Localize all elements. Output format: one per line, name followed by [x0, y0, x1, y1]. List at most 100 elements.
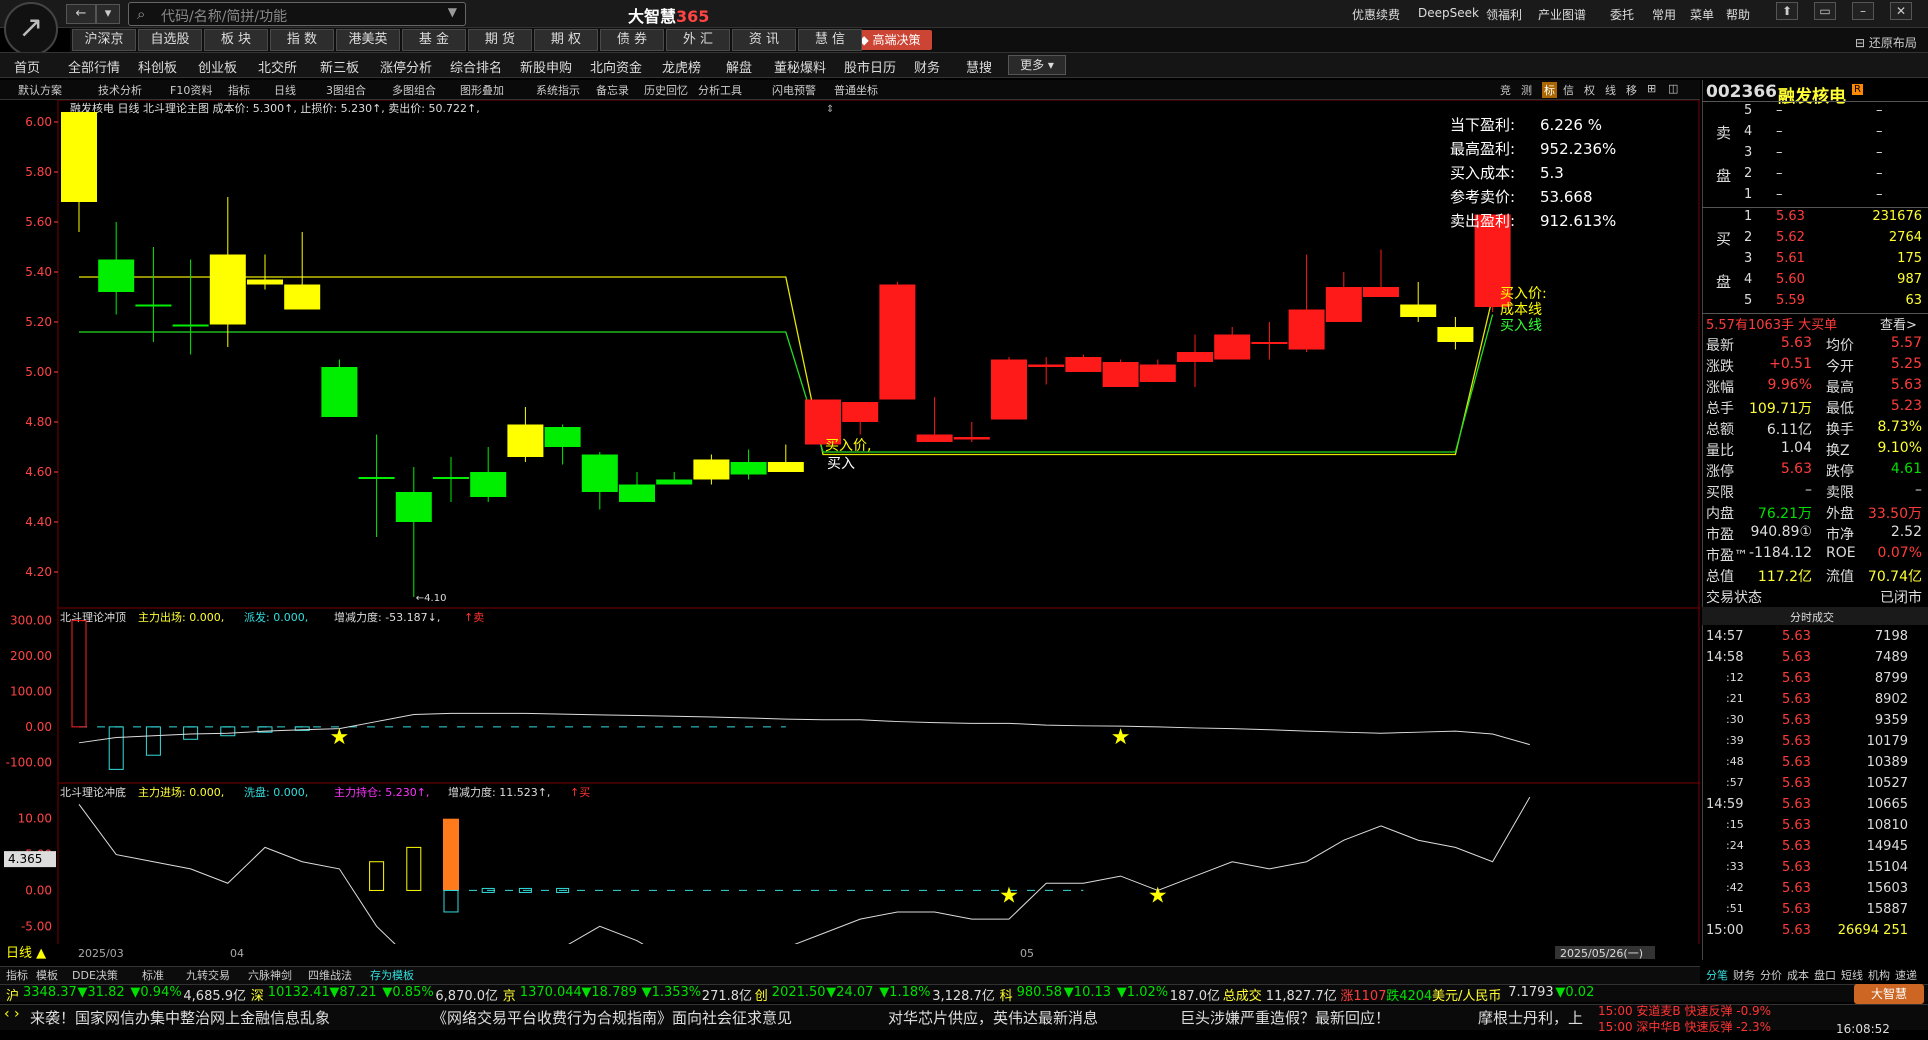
toolbar-item-3[interactable]: 指标 — [228, 82, 250, 98]
nav-item-5[interactable]: 新三板 — [320, 57, 359, 76]
nav-item-6[interactable]: 涨停分析 — [380, 57, 432, 76]
market-tab-0[interactable]: 沪深京 — [72, 29, 136, 51]
nav-item-11[interactable]: 解盘 — [726, 57, 752, 76]
market-tab-4[interactable]: 港美英 — [336, 29, 400, 51]
news-item[interactable]: 来袭！国家网信办集中整治网上金融信息乱象 — [30, 1007, 330, 1028]
title-menu-2[interactable]: 领福利 — [1486, 6, 1522, 23]
title-menu-1[interactable]: DeepSeek — [1418, 6, 1479, 20]
nav-item-4[interactable]: 北交所 — [258, 57, 297, 76]
alert-item[interactable]: 15:00 深中华B 快速反弹 -2.3% — [1598, 1018, 1771, 1035]
window-button-0[interactable]: ⬆ — [1776, 2, 1798, 20]
title-menu-3[interactable]: 产业图谱 — [1538, 6, 1586, 23]
toolbar-item-9[interactable]: 备忘录 — [596, 82, 629, 98]
toolbar-right-1[interactable]: 测 — [1521, 82, 1532, 98]
toolbar-item-10[interactable]: 历史回忆 — [644, 82, 688, 98]
toolbar-item-8[interactable]: 系统指示 — [536, 82, 580, 98]
nav-item-14[interactable]: 财务 — [914, 57, 940, 76]
right-tab-6[interactable]: 机构 — [1868, 967, 1890, 983]
window-button-1[interactable]: ▭ — [1814, 2, 1836, 20]
right-tab-5[interactable]: 短线 — [1841, 967, 1863, 983]
right-tab-2[interactable]: 分价 — [1760, 967, 1782, 983]
nav-item-12[interactable]: 董秘爆料 — [774, 57, 826, 76]
title-menu-4[interactable]: 委托 — [1610, 6, 1634, 23]
search-input[interactable]: 代码/名称/简拼/功能 — [161, 6, 287, 26]
toolbar-item-12[interactable]: 闪电预警 — [772, 82, 816, 98]
market-tab-6[interactable]: 期 货 — [468, 29, 532, 51]
market-tab-8[interactable]: 债 券 — [600, 29, 664, 51]
right-tab-1[interactable]: 财务 — [1733, 967, 1755, 983]
right-tab-3[interactable]: 成本 — [1787, 967, 1809, 983]
toolbar-item-1[interactable]: 技术分析 — [98, 82, 142, 98]
back-button[interactable]: ← — [66, 4, 96, 24]
toolbar-item-5[interactable]: 3图组合 — [326, 82, 366, 98]
toolbar-right-5[interactable]: 线 — [1605, 82, 1616, 98]
title-menu-0[interactable]: 优惠续费 — [1352, 6, 1400, 23]
right-tab-7[interactable]: 速递 — [1895, 967, 1917, 983]
alert-item[interactable]: 15:00 安道麦B 快速反弹 -0.9% — [1598, 1002, 1771, 1019]
toolbar-right-3[interactable]: 信 — [1563, 82, 1574, 98]
nav-item-2[interactable]: 科创板 — [138, 57, 177, 76]
toolbar-right-7[interactable]: ⊞ — [1647, 82, 1656, 95]
bottom-tab-4[interactable]: 九转交易 — [186, 967, 230, 983]
search-box[interactable]: ⌕ 代码/名称/简拼/功能 ▼ — [128, 2, 466, 26]
bottom-tab-1[interactable]: 模板 — [36, 967, 58, 983]
chevron-down-icon[interactable]: ▼ — [448, 5, 457, 19]
toolbar-item-6[interactable]: 多图组合 — [392, 82, 436, 98]
big-order-link[interactable]: 查看> — [1880, 314, 1917, 333]
toolbar-right-4[interactable]: 权 — [1584, 82, 1595, 98]
toolbar-item-11[interactable]: 分析工具 — [698, 82, 742, 98]
news-scroll-arrows-icon[interactable]: ‹ › — [4, 1006, 20, 1022]
nav-item-7[interactable]: 综合排名 — [450, 57, 502, 76]
news-item[interactable]: 巨头涉嫌严重造假？最新回应！ — [1180, 1007, 1390, 1028]
news-item[interactable]: 《网络交易平台收费行为合规指南》面向社会征求意见 — [432, 1007, 792, 1028]
market-tab-3[interactable]: 指 数 — [270, 29, 334, 51]
toolbar-item-2[interactable]: F10资料 — [170, 82, 212, 98]
more-button[interactable]: 更多 ▾ — [1008, 55, 1066, 75]
toolbar-right-0[interactable]: 竞 — [1500, 82, 1511, 98]
title-menu-6[interactable]: 菜单 — [1690, 6, 1714, 23]
bottom-tab-7[interactable]: 存为模板 — [370, 967, 414, 983]
market-tab-7[interactable]: 期 权 — [534, 29, 598, 51]
kline-chart[interactable]: 6.00 5.80 5.60 5.40 5.20 5.00 4.80 4.60 4.40 4.20… — [0, 100, 1700, 960]
market-tab-9[interactable]: 外 汇 — [666, 29, 730, 51]
window-button-3[interactable]: ✕ — [1890, 2, 1912, 20]
back-history-dropdown[interactable]: ▾ — [96, 4, 120, 24]
quote-value: 109.71万 — [1749, 401, 1812, 417]
candle-body — [1400, 304, 1437, 317]
toolbar-item-7[interactable]: 图形叠加 — [460, 82, 504, 98]
brand-badge[interactable]: 大智慧 — [1854, 984, 1924, 1004]
market-tab-5[interactable]: 基 金 — [402, 29, 466, 51]
right-tab-4[interactable]: 盘口 — [1814, 967, 1836, 983]
title-menu-7[interactable]: 帮助 — [1726, 6, 1750, 23]
app-logo-icon[interactable]: ↗ — [4, 2, 58, 56]
bottom-tab-3[interactable]: 标准 — [142, 967, 164, 983]
toolbar-right-8[interactable]: ◫ — [1668, 82, 1678, 95]
news-item[interactable]: 对华芯片供应，英伟达最新消息 — [888, 1007, 1098, 1028]
nav-item-15[interactable]: 慧搜 — [966, 57, 992, 76]
restore-layout-button[interactable]: ⊟ 还原布局 — [1855, 34, 1917, 51]
nav-item-13[interactable]: 股市日历 — [844, 57, 896, 76]
nav-item-9[interactable]: 北向资金 — [590, 57, 642, 76]
bottom-tab-5[interactable]: 六脉神剑 — [248, 967, 292, 983]
nav-item-10[interactable]: 龙虎榜 — [662, 57, 701, 76]
market-tab-10[interactable]: 资 讯 — [732, 29, 796, 51]
bottom-tab-6[interactable]: 四维战法 — [308, 967, 352, 983]
nav-item-8[interactable]: 新股申购 — [520, 57, 572, 76]
toolbar-item-4[interactable]: 日线 — [274, 82, 296, 98]
market-tab-11[interactable]: 慧 信 — [798, 29, 862, 51]
market-tab-2[interactable]: 板 块 — [204, 29, 268, 51]
window-button-2[interactable]: – — [1852, 2, 1874, 20]
market-tab-1[interactable]: 自选股 — [138, 29, 202, 51]
nav-item-3[interactable]: 创业板 — [198, 57, 237, 76]
toolbar-item-13[interactable]: 普通坐标 — [834, 82, 878, 98]
bottom-tab-2[interactable]: DDE决策 — [72, 967, 118, 983]
toolbar-item-0[interactable]: 默认方案 — [18, 82, 62, 98]
bottom-tab-0[interactable]: 指标 — [6, 967, 28, 983]
title-menu-5[interactable]: 常用 — [1652, 6, 1676, 23]
toolbar-right-2[interactable]: 标 — [1542, 82, 1557, 98]
news-item[interactable]: 摩根士丹利，上 — [1478, 1007, 1583, 1028]
toolbar-right-6[interactable]: 移 — [1626, 82, 1637, 98]
nav-item-0[interactable]: 首页 — [14, 57, 40, 76]
nav-item-1[interactable]: 全部行情 — [68, 57, 120, 76]
right-tab-0[interactable]: 分笔 — [1706, 967, 1728, 983]
